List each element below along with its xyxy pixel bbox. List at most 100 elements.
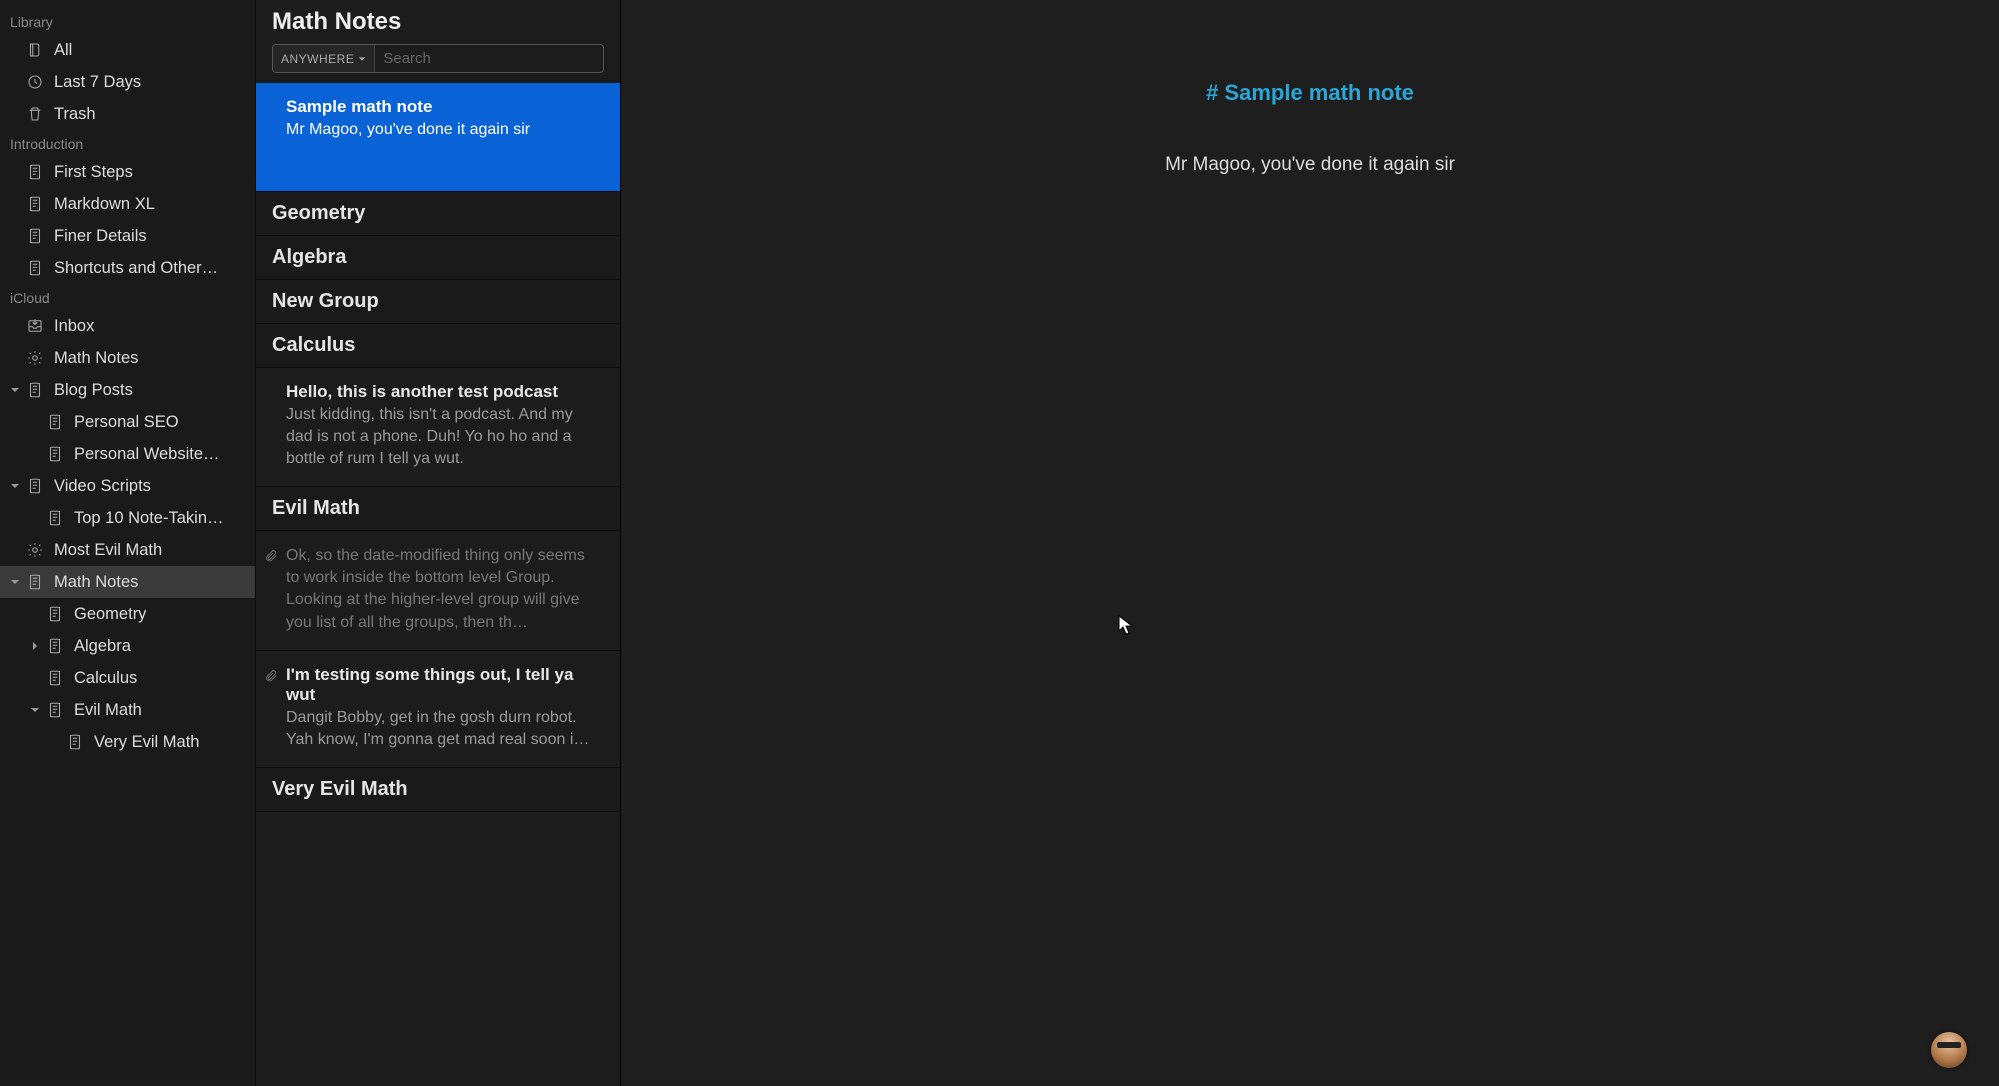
note-group-new-group[interactable]: New Group — [256, 280, 620, 324]
note-group-algebra[interactable]: Algebra — [256, 236, 620, 280]
sidebar-item-shortcuts-and-other[interactable]: Shortcuts and Other… — [0, 252, 255, 284]
note-icon — [44, 635, 66, 657]
sidebar-item-video-scripts[interactable]: Video Scripts — [0, 470, 255, 502]
sidebar-item-markdown-xl[interactable]: Markdown XL — [0, 188, 255, 220]
sidebar: Library All Last 7 Days Trash Introduction Fi… — [0, 0, 256, 1086]
chevron-down-icon[interactable] — [8, 479, 22, 493]
sidebar-item-label: Personal SEO — [74, 413, 179, 432]
search-scope-label: ANYWHERE — [281, 52, 354, 66]
note-group-evil-math[interactable]: Evil Math — [256, 487, 620, 531]
sidebar-item-label: Math Notes — [54, 573, 138, 592]
sidebar-item-calculus[interactable]: Calculus — [0, 662, 255, 694]
chevron-down-icon[interactable] — [8, 383, 22, 397]
chevron-down-icon[interactable] — [28, 703, 42, 717]
sidebar-item-very-evil-math[interactable]: Very Evil Math — [0, 726, 255, 758]
note-card[interactable]: Sample math noteMr Magoo, you've done it… — [256, 83, 620, 192]
note-icon — [24, 257, 46, 279]
sidebar-item-first-steps[interactable]: First Steps — [0, 156, 255, 188]
chevron-down-icon[interactable] — [8, 575, 22, 589]
editor-note-body[interactable]: Mr Magoo, you've done it again sir — [860, 154, 1760, 176]
sidebar-item-math-notes[interactable]: Math Notes — [0, 342, 255, 374]
sidebar-item-label: Blog Posts — [54, 381, 133, 400]
sidebar-item-label: Markdown XL — [54, 195, 155, 214]
note-card-title: I'm testing some things out, I tell ya w… — [286, 665, 602, 705]
note-icon — [44, 667, 66, 689]
note-card[interactable]: Hello, this is another test podcastJust … — [256, 368, 620, 487]
search-scope-dropdown[interactable]: ANYWHERE — [273, 45, 375, 72]
sidebar-item-label: Video Scripts — [54, 477, 151, 496]
sidebar-item-geometry[interactable]: Geometry — [0, 598, 255, 630]
note-list-body[interactable]: Sample math noteMr Magoo, you've done it… — [256, 83, 620, 1086]
sidebar-item-label: First Steps — [54, 163, 133, 182]
sidebar-item-personal-website[interactable]: Personal Website… — [0, 438, 255, 470]
chevron-right-icon[interactable] — [28, 639, 42, 653]
sidebar-item-label: Inbox — [54, 317, 94, 336]
note-icon — [44, 699, 66, 721]
note-icon — [24, 225, 46, 247]
paperclip-icon — [264, 549, 278, 563]
editor-note-title[interactable]: # Sample math note — [860, 80, 1760, 106]
note-card[interactable]: Ok, so the date-modified thing only seem… — [256, 531, 620, 650]
sidebar-item-blog-posts[interactable]: Blog Posts — [0, 374, 255, 406]
sidebar-item-algebra[interactable]: Algebra — [0, 630, 255, 662]
sidebar-item-label: Shortcuts and Other… — [54, 259, 218, 278]
note-card-title: Sample math note — [286, 97, 602, 117]
search-box[interactable]: ANYWHERE — [272, 44, 604, 73]
editor-content: # Sample math note Mr Magoo, you've done… — [860, 80, 1760, 176]
sidebar-item-label: Very Evil Math — [94, 733, 199, 752]
sidebar-item-label: Most Evil Math — [54, 541, 162, 560]
note-card-title: Hello, this is another test podcast — [286, 382, 602, 402]
note-list-title: Math Notes — [272, 8, 604, 36]
sidebar-section-header: Library — [0, 8, 255, 34]
mouse-cursor-icon — [1118, 615, 1134, 637]
inbox-icon — [24, 315, 46, 337]
sidebar-item-evil-math[interactable]: Evil Math — [0, 694, 255, 726]
note-card-preview: Dangit Bobby, get in the gosh durn robot… — [286, 707, 602, 751]
note-icon — [24, 161, 46, 183]
sidebar-item-label: All — [54, 41, 72, 60]
note-icon — [24, 193, 46, 215]
sidebar-item-trash[interactable]: Trash — [0, 98, 255, 130]
sidebar-item-inbox[interactable]: Inbox — [0, 310, 255, 342]
sidebar-item-last-7-days[interactable]: Last 7 Days — [0, 66, 255, 98]
gear-icon — [24, 539, 46, 561]
note-list-panel: Math Notes ANYWHERE Sample math noteMr M… — [256, 0, 621, 1086]
note-icon — [24, 571, 46, 593]
note-icon — [64, 731, 86, 753]
note-group-calculus[interactable]: Calculus — [256, 324, 620, 368]
note-card[interactable]: I'm testing some things out, I tell ya w… — [256, 651, 620, 768]
search-input[interactable] — [375, 50, 603, 67]
sidebar-section-header: Introduction — [0, 130, 255, 156]
note-icon — [44, 443, 66, 465]
sidebar-item-personal-seo[interactable]: Personal SEO — [0, 406, 255, 438]
editor-pane[interactable]: # Sample math note Mr Magoo, you've done… — [621, 0, 1999, 1086]
sidebar-item-most-evil-math[interactable]: Most Evil Math — [0, 534, 255, 566]
sidebar-item-label: Last 7 Days — [54, 73, 141, 92]
stack-icon — [24, 39, 46, 61]
chevron-down-icon — [358, 52, 366, 66]
note-icon — [24, 379, 46, 401]
sidebar-item-label: Top 10 Note-Takin… — [74, 509, 224, 528]
sidebar-item-top-10-note-takin[interactable]: Top 10 Note-Takin… — [0, 502, 255, 534]
clock-icon — [24, 71, 46, 93]
sidebar-item-label: Trash — [54, 105, 96, 124]
sidebar-item-math-notes[interactable]: Math Notes — [0, 566, 255, 598]
presenter-avatar — [1931, 1032, 1967, 1068]
sidebar-item-label: Finer Details — [54, 227, 147, 246]
note-icon — [24, 475, 46, 497]
sidebar-item-label: Math Notes — [54, 349, 138, 368]
sidebar-item-label: Geometry — [74, 605, 146, 624]
note-group-geometry[interactable]: Geometry — [256, 192, 620, 236]
sidebar-item-label: Personal Website… — [74, 445, 220, 464]
note-icon — [44, 603, 66, 625]
note-list-header: Math Notes ANYWHERE — [256, 0, 620, 83]
trash-icon — [24, 103, 46, 125]
gear-icon — [24, 347, 46, 369]
sidebar-item-label: Evil Math — [74, 701, 142, 720]
sidebar-item-finer-details[interactable]: Finer Details — [0, 220, 255, 252]
sidebar-item-label: Algebra — [74, 637, 131, 656]
sidebar-item-all[interactable]: All — [0, 34, 255, 66]
note-icon — [44, 507, 66, 529]
note-icon — [44, 411, 66, 433]
note-group-very-evil-math[interactable]: Very Evil Math — [256, 768, 620, 812]
